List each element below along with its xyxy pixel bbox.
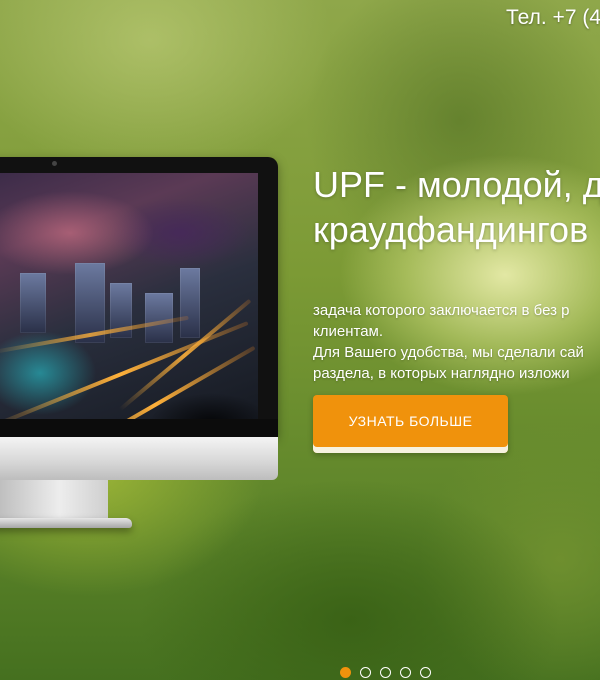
slider-dot-1[interactable] [340,667,351,678]
monitor-stand-base [0,518,132,528]
hero-title: UPF - молодой, д краудфандингов [313,162,600,252]
monitor-chin [0,437,278,480]
description-line: клиентам. [313,323,384,340]
hero-description: задача которого заключается в без р клие… [313,300,600,384]
header-phone: Тел. +7 (4 [506,6,600,29]
slider-dot-4[interactable] [400,667,411,678]
description-line: задача которого заключается в без р [313,302,570,319]
slider-dot-3[interactable] [380,667,391,678]
monitor-stand [0,480,108,520]
description-line: Для Вашего удобства, мы сделали сай [313,344,584,361]
learn-more-button[interactable]: УЗНАТЬ БОЛЬШЕ [313,395,508,453]
slider-pagination [340,667,431,678]
monitor-screen-image [0,173,258,419]
slider-dot-2[interactable] [360,667,371,678]
slider-dot-5[interactable] [420,667,431,678]
hero-title-line: краудфандингов [313,209,589,250]
monitor-bezel [0,419,278,437]
hero-title-line: UPF - молодой, д [313,164,600,205]
monitor-camera [52,161,57,166]
description-line: раздела, в которых наглядно изложи [313,365,570,382]
